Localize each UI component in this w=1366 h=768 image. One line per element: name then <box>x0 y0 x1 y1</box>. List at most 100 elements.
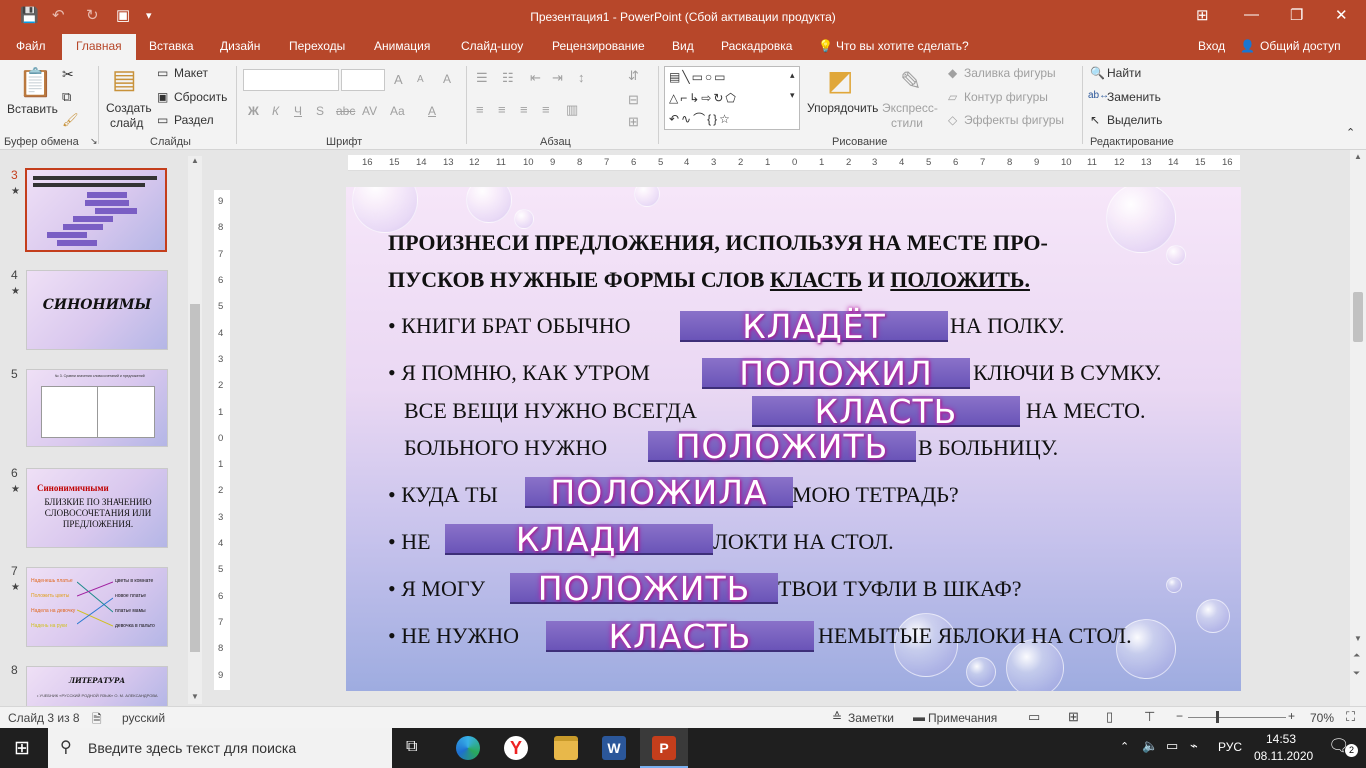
font-color-button[interactable]: A <box>428 104 436 118</box>
input-language[interactable]: РУС <box>1218 740 1242 754</box>
arrange-icon[interactable]: ◩ <box>827 64 853 97</box>
shape-fill-button[interactable]: Заливка фигуры <box>964 66 1056 80</box>
zoom-in-icon[interactable]: + <box>1288 709 1295 723</box>
reading-view-icon[interactable]: ▯ <box>1106 709 1113 725</box>
answer-box[interactable]: КЛАДЁТ <box>680 310 948 343</box>
next-slide-icon[interactable]: ⏷ <box>1353 668 1360 679</box>
shape-outline-button[interactable]: Контур фигуры <box>964 90 1048 104</box>
reset-button[interactable]: Сбросить <box>174 90 227 104</box>
clipboard-launcher-icon[interactable]: ↘ <box>90 136 98 147</box>
increase-indent-icon[interactable]: ⇥ <box>552 70 563 86</box>
quick-styles-button[interactable]: Экспресс- <box>882 101 938 115</box>
tab-slideshow[interactable]: Слайд-шоу <box>461 39 523 53</box>
ribbon-display-options-icon[interactable]: ⊞ <box>1196 6 1209 24</box>
paste-icon[interactable]: 📋 <box>18 66 53 99</box>
paste-button[interactable]: Вставить <box>7 102 58 116</box>
thumbnail-scrollbar[interactable]: ▲ ▼ <box>188 156 202 704</box>
format-painter-icon[interactable]: 🖌 <box>62 112 79 128</box>
restore-button[interactable]: ❐ <box>1290 6 1303 24</box>
line-spacing-icon[interactable]: ↕ <box>578 70 585 85</box>
italic-button[interactable]: К <box>272 104 279 118</box>
answer-box[interactable]: ПОЛОЖИТЬ <box>648 430 916 463</box>
copy-icon[interactable]: ⧉ <box>62 89 71 105</box>
language-indicator[interactable]: русский <box>122 711 165 725</box>
layout-button[interactable]: Макет <box>174 66 208 80</box>
tab-animations[interactable]: Анимация <box>374 39 430 53</box>
yandex-browser-icon[interactable]: Y <box>504 736 528 760</box>
network-icon[interactable]: ▭ <box>1166 738 1178 754</box>
new-slide-button[interactable]: Создать <box>106 101 152 115</box>
slide-thumbnail-5[interactable]: № 3. Сравни значения словосочетаний и пр… <box>26 369 168 447</box>
zoom-slider[interactable] <box>1188 717 1286 718</box>
zoom-level[interactable]: 70% <box>1310 711 1334 725</box>
windows-start-icon[interactable]: ⊞ <box>14 737 30 760</box>
columns-icon[interactable]: ▥ <box>566 102 578 118</box>
vertical-ruler[interactable]: 9 8 7 6 5 4 3 2 1 0 1 2 3 4 5 6 7 8 9 <box>214 190 230 690</box>
replace-button[interactable]: Заменить <box>1107 90 1161 104</box>
close-button[interactable]: ✕ <box>1335 6 1348 24</box>
gallery-scroll-icon[interactable]: ▴ <box>790 70 795 81</box>
answer-box[interactable]: КЛАСТЬ <box>546 620 814 653</box>
tab-transitions[interactable]: Переходы <box>289 39 345 53</box>
font-size-input[interactable] <box>341 69 385 91</box>
powerpoint-taskbar-button[interactable]: P <box>640 728 688 768</box>
justify-icon[interactable]: ≡ <box>542 102 550 117</box>
clock-time[interactable]: 14:53 <box>1266 732 1296 746</box>
comments-button[interactable]: Примечания <box>928 711 997 725</box>
minimize-button[interactable]: — <box>1244 6 1259 23</box>
slide-canvas[interactable]: ПРОИЗНЕСИ ПРЕДЛОЖЕНИЯ, ИСПОЛЬЗУЯ НА МЕСТ… <box>346 187 1241 691</box>
gallery-scroll-icon[interactable]: ▾ <box>790 90 795 101</box>
slide-thumbnail-6[interactable]: Синонимичными БЛИЗКИЕ ПО ЗНАЧЕНИЮ СЛОВОС… <box>26 468 168 548</box>
tell-me-search[interactable]: Что вы хотите сделать? <box>836 39 969 53</box>
slideshow-view-icon[interactable]: ⊤ <box>1144 709 1155 725</box>
horizontal-ruler[interactable]: 16 15 14 13 12 11 10 9 8 7 6 5 4 3 2 1 0 1 2 3 4 5 6 7 8 9 10 11 12 1… <box>348 155 1240 171</box>
new-slide-icon[interactable]: ▤ <box>112 64 137 95</box>
zoom-slider-thumb[interactable] <box>1216 711 1219 723</box>
notes-button[interactable]: Заметки <box>848 711 894 725</box>
search-input[interactable]: Введите здесь текст для поиска <box>88 740 296 756</box>
slide-sorter-icon[interactable]: ⊞ <box>1068 709 1079 725</box>
text-shadow-button[interactable]: S <box>316 104 324 118</box>
tab-review[interactable]: Рецензирование <box>552 39 645 53</box>
sign-in-link[interactable]: Вход <box>1198 39 1225 53</box>
answer-box[interactable]: КЛАСТЬ <box>752 395 1020 428</box>
tab-storyboard[interactable]: Раскадровка <box>721 39 792 53</box>
text-direction-icon[interactable]: ⇵ <box>628 68 639 84</box>
answer-box[interactable]: ПОЛОЖИЛ <box>702 357 970 390</box>
battery-icon[interactable]: ⌁ <box>1190 738 1198 754</box>
font-name-input[interactable] <box>243 69 339 91</box>
answer-box[interactable]: КЛАДИ <box>445 523 713 556</box>
taskbar-search[interactable]: ⚲ Введите здесь текст для поиска <box>48 728 392 768</box>
align-right-icon[interactable]: ≡ <box>520 102 528 117</box>
clock-date[interactable]: 08.11.2020 <box>1254 749 1313 763</box>
scroll-thumb[interactable] <box>1353 292 1363 342</box>
tab-insert[interactable]: Вставка <box>149 39 194 53</box>
arrange-button[interactable]: Упорядочить <box>807 101 878 115</box>
file-explorer-icon[interactable] <box>554 736 578 760</box>
underline-button[interactable]: Ч <box>294 104 302 118</box>
strikethrough-button[interactable]: abc <box>336 104 355 118</box>
normal-view-icon[interactable]: ▭ <box>1028 709 1040 725</box>
smartart-icon[interactable]: ⊞ <box>628 114 639 130</box>
change-case-button[interactable]: Aa <box>390 104 405 118</box>
section-button[interactable]: Раздел <box>174 113 214 127</box>
collapse-ribbon-icon[interactable]: ⌃ <box>1346 126 1355 139</box>
grow-font-button[interactable]: A <box>394 72 403 87</box>
numbering-icon[interactable]: ☷ <box>502 70 514 86</box>
bold-button[interactable]: Ж <box>248 104 259 118</box>
char-spacing-button[interactable]: AV <box>362 104 377 118</box>
tab-view[interactable]: Вид <box>672 39 694 53</box>
align-center-icon[interactable]: ≡ <box>498 102 506 117</box>
task-view-icon[interactable]: ⧉ <box>406 738 417 756</box>
zoom-out-icon[interactable]: − <box>1176 709 1183 723</box>
quick-styles-icon[interactable]: ✎ <box>900 66 922 97</box>
align-left-icon[interactable]: ≡ <box>476 102 484 117</box>
tab-design[interactable]: Дизайн <box>220 39 260 53</box>
slide-thumbnail-7[interactable]: Наденешь платье Положить цветы Надела на… <box>26 567 168 647</box>
shapes-gallery[interactable]: ▤╲▭○▭ △⌐↳⇨↻⬠ ↶∿⌒{}☆ <box>664 66 800 130</box>
slide-thumbnail-8[interactable]: ЛИТЕРАТУРА • УЧЕБНИК «РУССКИЙ РОДНОЙ ЯЗЫ… <box>26 666 168 708</box>
cut-icon[interactable]: ✂ <box>62 66 74 83</box>
edge-icon[interactable] <box>456 736 480 760</box>
slide-thumbnail-3[interactable] <box>25 168 167 252</box>
tab-home[interactable]: Главная <box>62 34 136 60</box>
